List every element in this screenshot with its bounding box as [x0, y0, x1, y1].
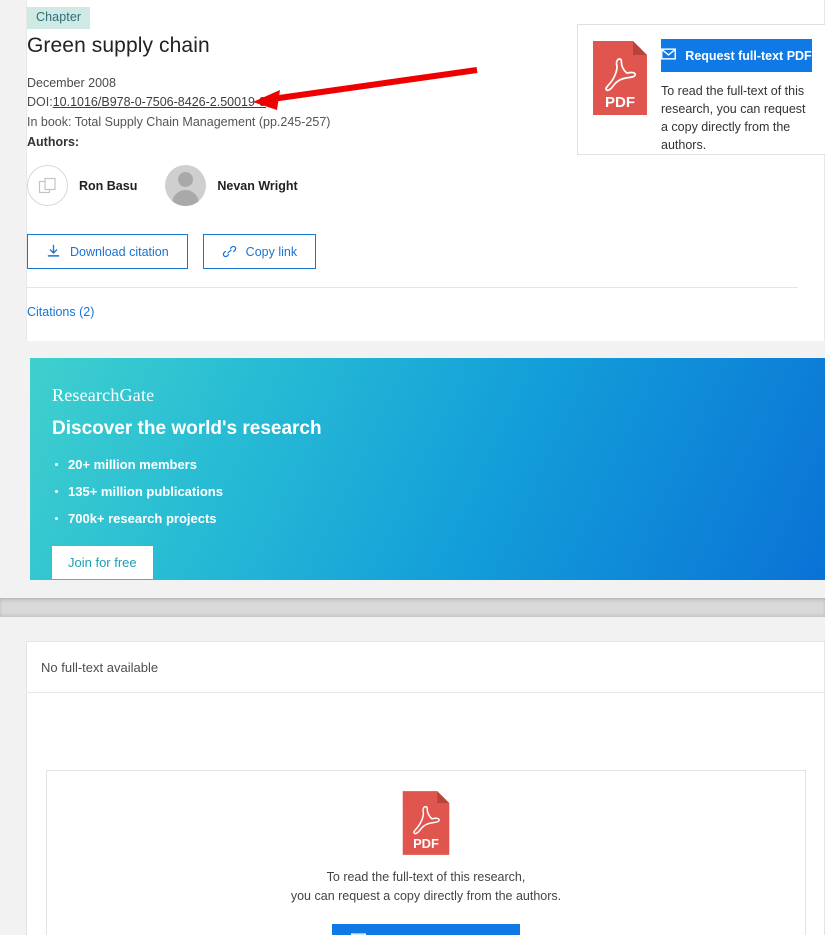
request-fulltext-label: Request full-text PDF — [685, 48, 812, 63]
doi-label: DOI: — [27, 95, 53, 109]
publication-card: Chapter Green supply chain December 2008… — [26, 0, 825, 341]
copy-link-label: Copy link — [245, 244, 298, 259]
section-separator-band — [0, 598, 825, 617]
doi-link[interactable]: 10.1016/B978-0-7506-8426-2.50019-8 — [53, 95, 266, 109]
fulltext-note: To read the full-text of this research, … — [291, 868, 561, 906]
action-buttons: Download citation Copy link — [27, 234, 317, 269]
join-for-free-button[interactable]: Join for free — [52, 546, 153, 579]
promo-bullet: 20+ million members — [52, 457, 825, 472]
author-name[interactable]: Ron Basu — [79, 179, 137, 193]
researchgate-wordmark: ResearchGate — [52, 385, 155, 405]
section-divider — [27, 287, 798, 288]
book-info: In book: Total Supply Chain Management (… — [27, 115, 331, 129]
fulltext-request-panel: PDF To read the full-text of this resear… — [46, 770, 806, 935]
download-tray-icon — [46, 244, 61, 259]
fulltext-note-line2: you can request a copy directly from the… — [290, 888, 562, 903]
copy-link-button[interactable]: Copy link — [202, 234, 317, 269]
request-fulltext-button[interactable]: Request full-text PDF — [331, 923, 521, 935]
fulltext-header: No full-text available — [27, 642, 824, 693]
pdf-file-icon: PDF — [591, 39, 649, 140]
page-title: Green supply chain — [27, 34, 210, 57]
svg-text:PDF: PDF — [605, 94, 635, 111]
envelope-icon — [661, 48, 677, 63]
publication-type-badge: Chapter — [27, 7, 91, 29]
promo-zone: ResearchGate Discover the world's resear… — [0, 341, 825, 597]
publication-date: December 2008 — [27, 76, 116, 90]
citations-link[interactable]: Citations (2) — [27, 305, 94, 319]
author-name[interactable]: Nevan Wright — [217, 179, 297, 193]
placeholder-squares-icon — [27, 165, 68, 206]
pdf-file-icon: PDF — [401, 789, 451, 857]
link-chain-icon — [222, 244, 237, 259]
author-item[interactable]: Nevan Wright — [165, 165, 298, 206]
promo-bullet: 700k+ research projects — [52, 511, 825, 526]
researchgate-publication-page: Chapter Green supply chain December 2008… — [0, 0, 825, 935]
download-citation-button[interactable]: Download citation — [27, 234, 188, 269]
fulltext-body: PDF To read the full-text of this resear… — [27, 693, 824, 935]
person-silhouette-icon — [165, 165, 207, 206]
fulltext-note-line1: To read the full-text of this research, — [326, 870, 526, 884]
download-citation-label: Download citation — [70, 244, 169, 259]
fulltext-card: No full-text available PDF To read the f… — [26, 641, 825, 935]
doi-line: DOI:10.1016/B978-0-7506-8426-2.50019-8 — [27, 95, 266, 109]
author-item[interactable]: Ron Basu — [27, 165, 137, 206]
promo-bullet-list: 20+ million members 135+ million publica… — [52, 457, 825, 526]
authors-list: Ron Basu Nevan Wright — [27, 165, 298, 206]
promo-headline: Discover the world's research — [52, 418, 322, 439]
svg-text:PDF: PDF — [413, 836, 439, 851]
authors-label: Authors: — [27, 135, 80, 149]
request-fulltext-card: PDF Request full-text PDF To read the fu… — [577, 24, 825, 155]
request-fulltext-note: To read the full-text of this research, … — [661, 84, 806, 153]
researchgate-promo-banner: ResearchGate Discover the world's resear… — [30, 358, 825, 580]
promo-bullet: 135+ million publications — [52, 484, 825, 499]
request-fulltext-button[interactable]: Request full-text PDF — [661, 39, 812, 72]
